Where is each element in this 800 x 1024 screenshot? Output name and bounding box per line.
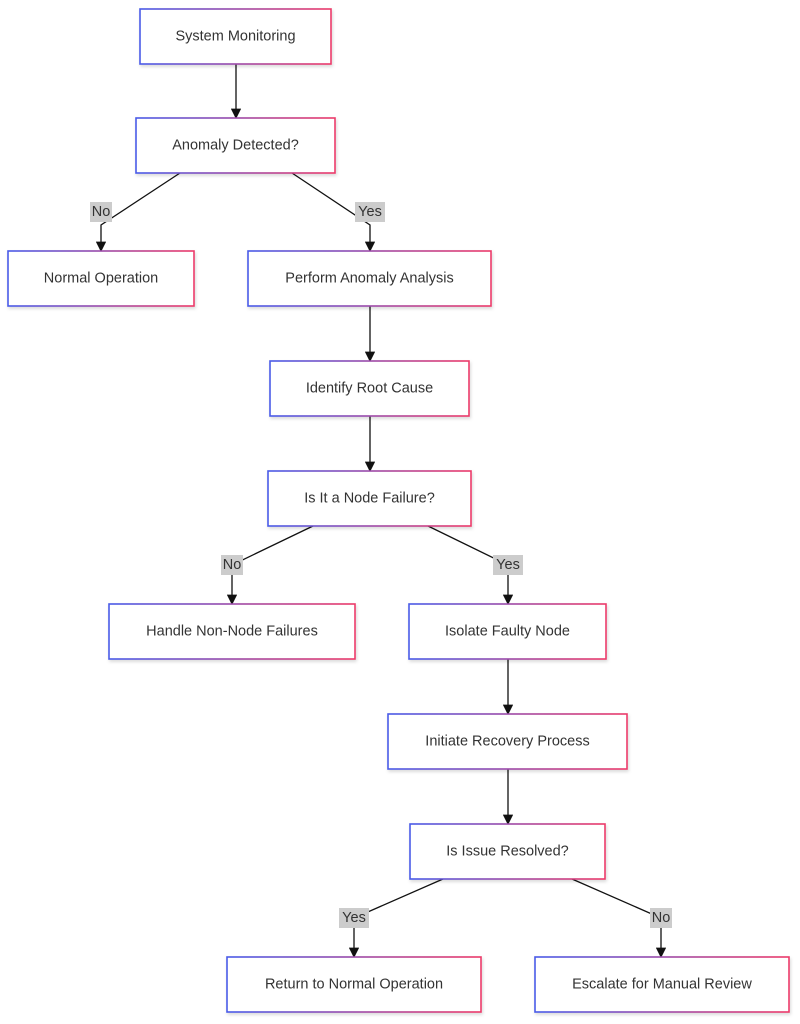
flowchart: System Monitoring Anomaly Detected? Normal…: [7, 8, 790, 1013]
node-is-issue-resolved: Is Issue Resolved?: [409, 823, 606, 880]
edge-label: Yes: [358, 204, 382, 220]
node-label: Return to Normal Operation: [265, 977, 443, 993]
edge-label: No: [92, 204, 111, 220]
node-system-monitoring: System Monitoring: [139, 8, 332, 65]
node-handle-non-node-failures: Handle Non-Node Failures: [108, 603, 356, 660]
edge-label: Yes: [496, 557, 520, 573]
node-label: Is It a Node Failure?: [304, 491, 435, 507]
node-label: Normal Operation: [44, 271, 158, 287]
node-label: Handle Non-Node Failures: [146, 624, 318, 640]
edge-label: No: [223, 557, 242, 573]
node-initiate-recovery-process: Initiate Recovery Process: [387, 713, 628, 770]
node-label: Initiate Recovery Process: [425, 734, 589, 750]
node-anomaly-detected: Anomaly Detected?: [135, 117, 336, 174]
node-return-to-normal-operation: Return to Normal Operation: [226, 956, 482, 1013]
node-isolate-faulty-node: Isolate Faulty Node: [408, 603, 607, 660]
node-is-node-failure: Is It a Node Failure?: [267, 470, 472, 527]
node-identify-root-cause: Identify Root Cause: [269, 360, 470, 417]
edge-is-node-failure-to-handle-non-node-failures: [226, 525, 314, 606]
edge-anomaly-detected-to-normal-operation: [95, 172, 181, 253]
node-perform-anomaly-analysis: Perform Anomaly Analysis: [247, 250, 492, 307]
node-escalate-manual-review: Escalate for Manual Review: [534, 956, 790, 1013]
node-label: System Monitoring: [175, 29, 295, 45]
node-label: Anomaly Detected?: [172, 138, 299, 154]
node-label: Isolate Faulty Node: [445, 624, 570, 640]
node-label: Identify Root Cause: [306, 381, 433, 397]
edge-label: No: [652, 910, 671, 926]
node-label: Is Issue Resolved?: [446, 844, 569, 860]
edge-label: Yes: [342, 910, 366, 926]
node-label: Escalate for Manual Review: [572, 977, 752, 993]
node-label: Perform Anomaly Analysis: [285, 271, 453, 287]
edge-is-issue-resolved-to-escalate-manual-review: [571, 878, 667, 959]
node-normal-operation: Normal Operation: [7, 250, 195, 307]
